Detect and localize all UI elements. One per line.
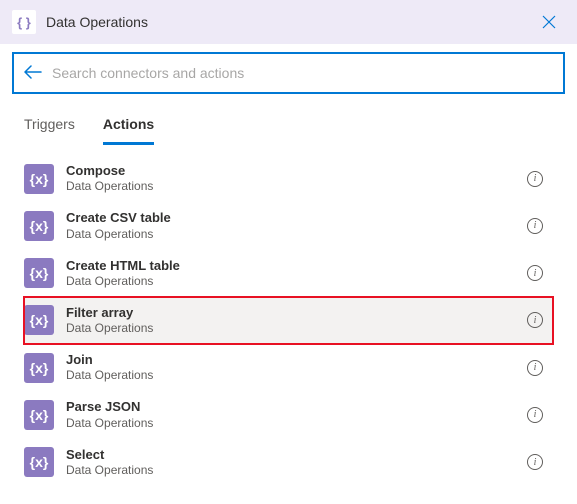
action-item-join[interactable]: {x} Join Data Operations i [24,344,553,391]
item-subtitle: Data Operations [66,179,515,194]
info-icon[interactable]: i [527,265,543,281]
action-item-create-html-table[interactable]: {x} Create HTML table Data Operations i [24,250,553,297]
panel-title: Data Operations [46,14,148,30]
item-text: Parse JSON Data Operations [66,399,515,430]
item-title: Compose [66,163,515,179]
item-text: Create CSV table Data Operations [66,210,515,241]
header-left: { } Data Operations [12,10,148,34]
action-item-compose[interactable]: {x} Compose Data Operations i [24,155,553,202]
item-title: Create HTML table [66,258,515,274]
search-row [0,44,577,102]
tab-actions[interactable]: Actions [103,116,154,145]
braces-icon: {x} [24,400,54,430]
item-title: Filter array [66,305,515,321]
data-operations-icon: { } [12,10,36,34]
action-item-filter-array[interactable]: {x} Filter array Data Operations i [24,297,553,344]
info-icon[interactable]: i [527,407,543,423]
info-icon[interactable]: i [527,360,543,376]
item-text: Join Data Operations [66,352,515,383]
item-text: Compose Data Operations [66,163,515,194]
back-arrow-icon[interactable] [24,63,42,84]
search-box [12,52,565,94]
action-item-select[interactable]: {x} Select Data Operations i [24,439,553,486]
close-button[interactable] [533,6,565,38]
item-text: Filter array Data Operations [66,305,515,336]
item-subtitle: Data Operations [66,463,515,478]
item-text: Create HTML table Data Operations [66,258,515,289]
item-title: Join [66,352,515,368]
item-subtitle: Data Operations [66,416,515,431]
info-icon[interactable]: i [527,171,543,187]
header-icon-glyph: { } [17,15,31,30]
actions-list: {x} Compose Data Operations i {x} Create… [0,145,577,486]
info-icon[interactable]: i [527,312,543,328]
braces-icon: {x} [24,305,54,335]
search-input[interactable] [52,65,553,81]
item-subtitle: Data Operations [66,368,515,383]
braces-icon: {x} [24,258,54,288]
item-subtitle: Data Operations [66,321,515,336]
action-item-parse-json[interactable]: {x} Parse JSON Data Operations i [24,391,553,438]
braces-icon: {x} [24,211,54,241]
item-title: Create CSV table [66,210,515,226]
item-title: Select [66,447,515,463]
panel-header: { } Data Operations [0,0,577,44]
info-icon[interactable]: i [527,218,543,234]
tab-triggers[interactable]: Triggers [24,116,75,145]
tabs: Triggers Actions [0,102,577,145]
item-subtitle: Data Operations [66,274,515,289]
braces-icon: {x} [24,164,54,194]
item-subtitle: Data Operations [66,227,515,242]
action-item-create-csv-table[interactable]: {x} Create CSV table Data Operations i [24,202,553,249]
braces-icon: {x} [24,353,54,383]
braces-icon: {x} [24,447,54,477]
close-icon [542,15,556,29]
item-title: Parse JSON [66,399,515,415]
info-icon[interactable]: i [527,454,543,470]
item-text: Select Data Operations [66,447,515,478]
